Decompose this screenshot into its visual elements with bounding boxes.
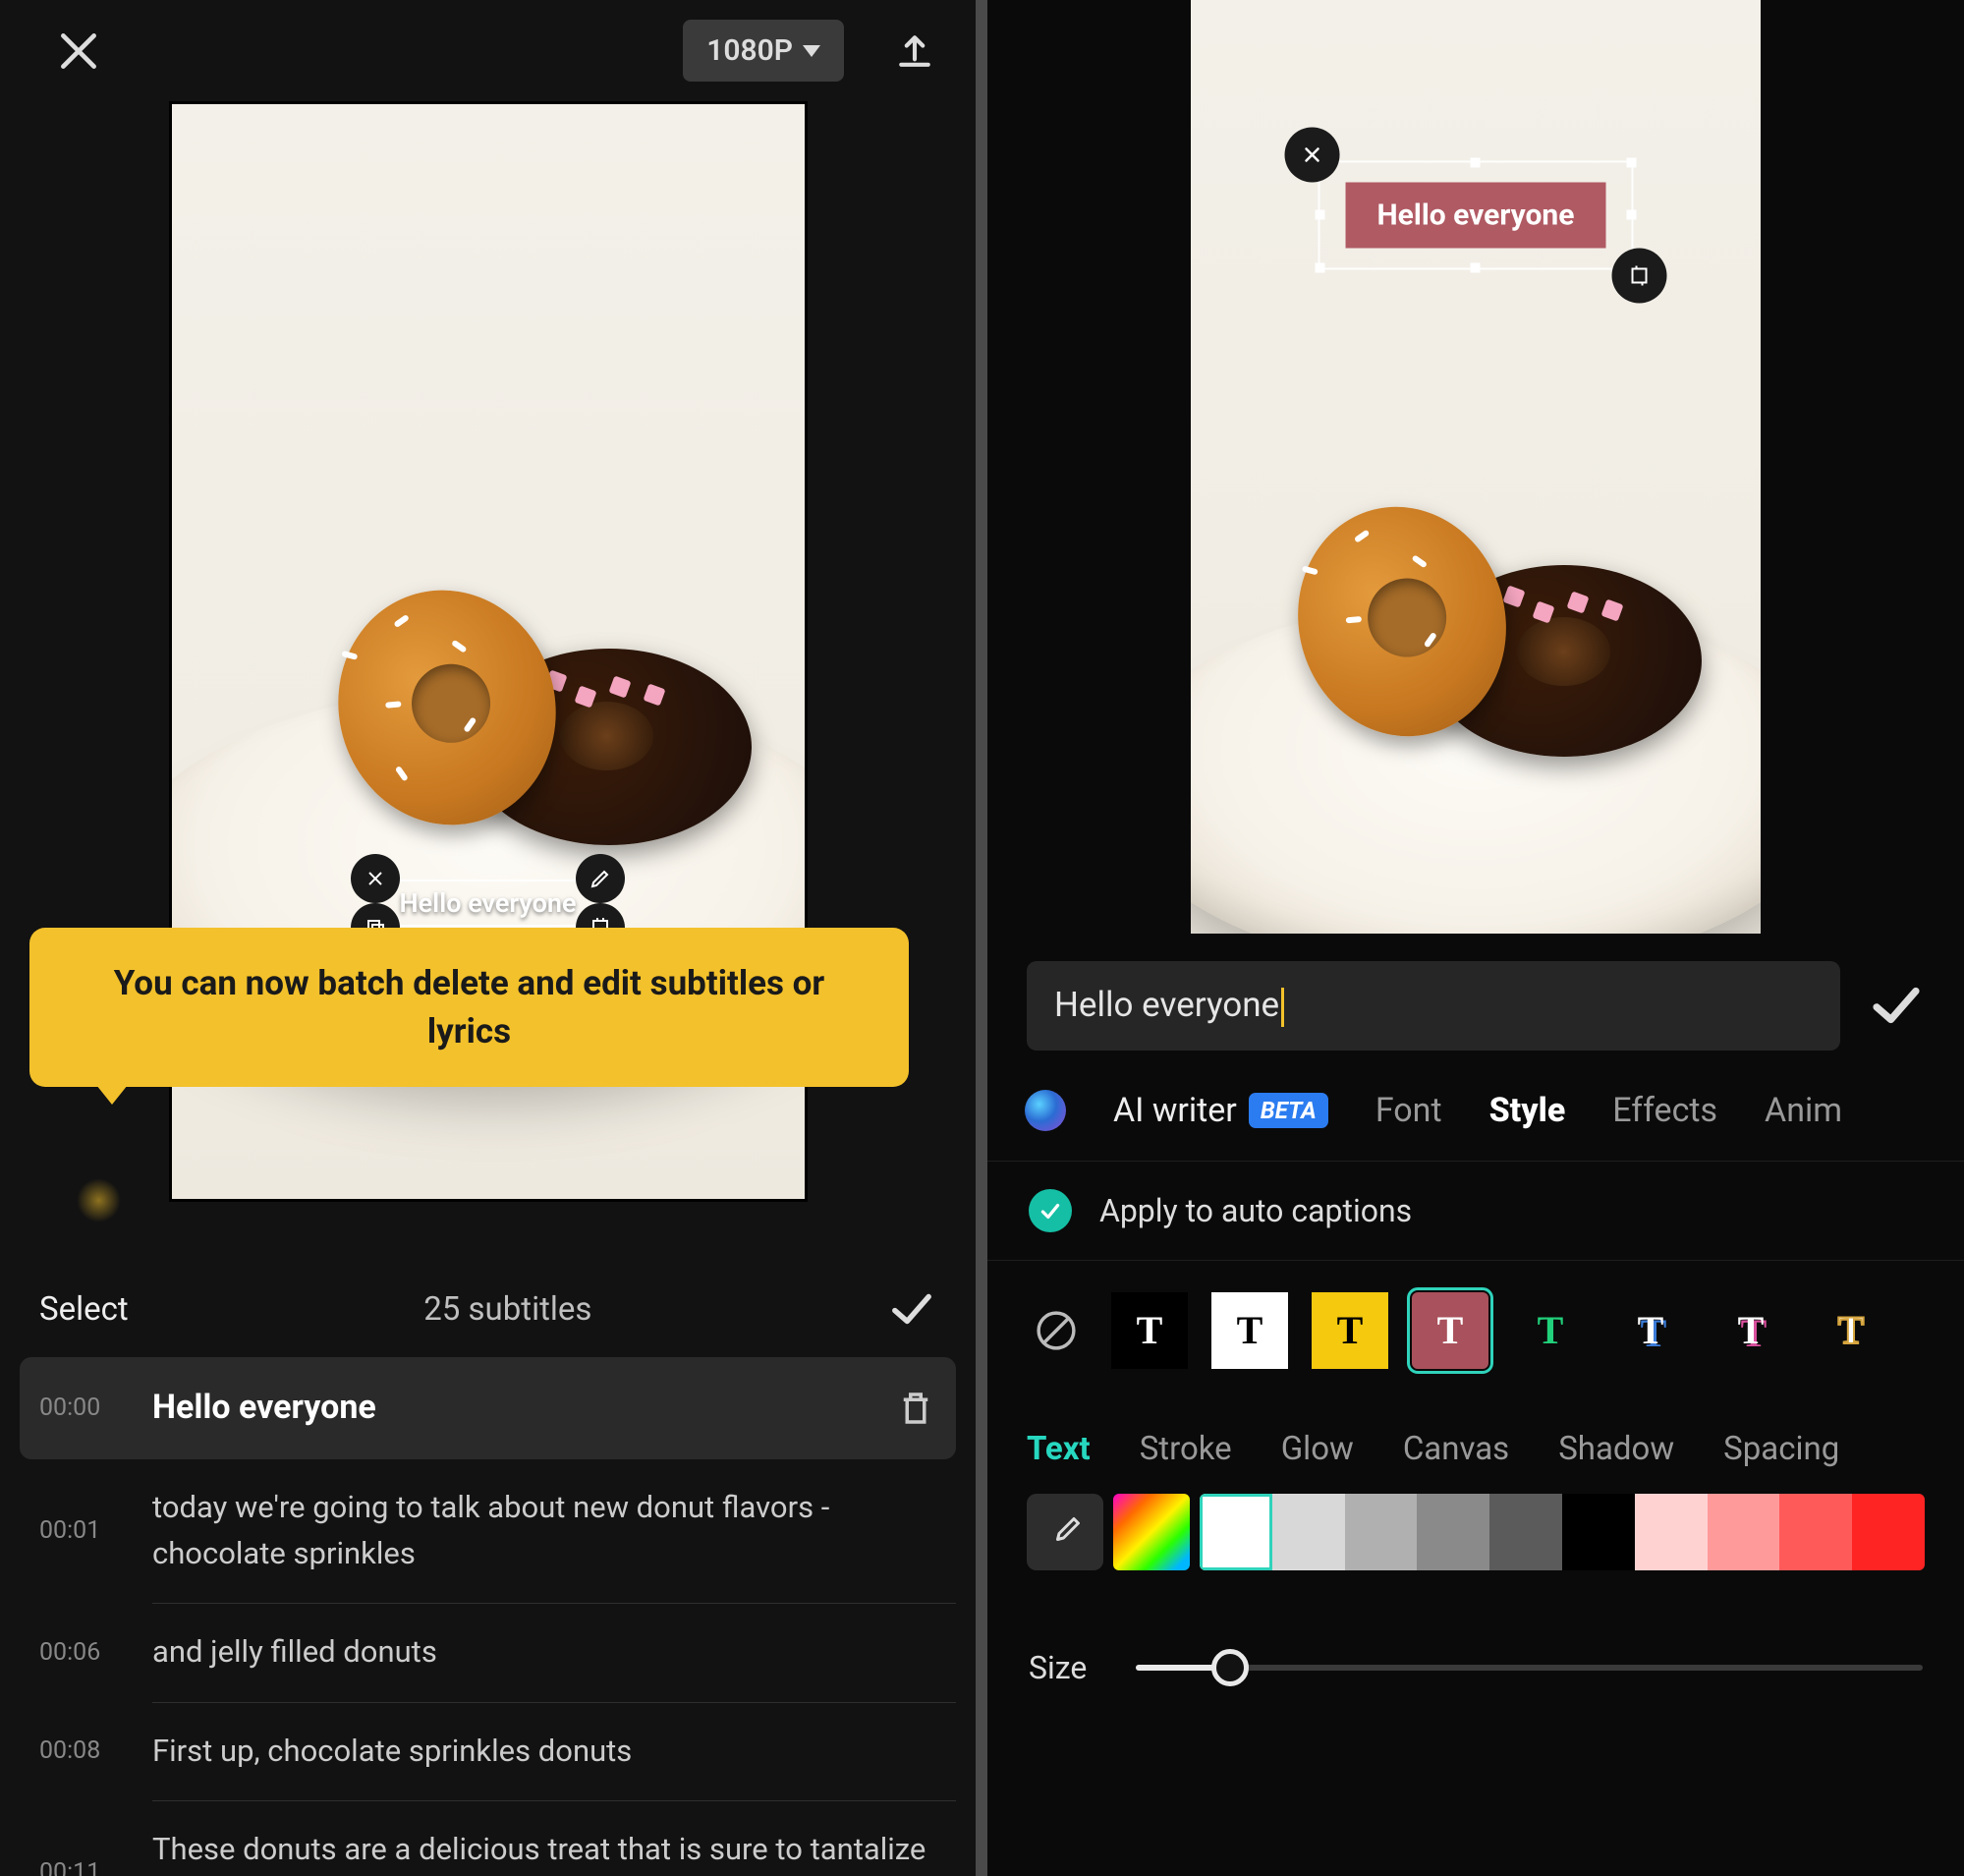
caption-text: Hello everyone bbox=[400, 887, 577, 919]
preview-image bbox=[1191, 0, 1761, 934]
caption-delete-handle[interactable] bbox=[1284, 127, 1339, 182]
caption-overlay[interactable]: Hello everyone bbox=[376, 880, 600, 927]
beta-badge: BETA bbox=[1249, 1093, 1328, 1128]
style-preset[interactable]: T bbox=[1612, 1292, 1689, 1369]
color-swatch[interactable] bbox=[1562, 1494, 1635, 1570]
preset-none[interactable] bbox=[1025, 1299, 1088, 1362]
caption-resize-handle[interactable] bbox=[1611, 248, 1666, 303]
style-preset[interactable]: T bbox=[1512, 1292, 1589, 1369]
delete-subtitle-button[interactable] bbox=[895, 1388, 936, 1429]
preview-area: Hello everyone bbox=[987, 0, 1964, 943]
style-preset[interactable]: T bbox=[1712, 1292, 1789, 1369]
subtitle-row[interactable]: 00:08 First up, chocolate sprinkles donu… bbox=[20, 1703, 956, 1801]
subtab-canvas[interactable]: Canvas bbox=[1403, 1430, 1509, 1468]
text-cursor bbox=[1281, 988, 1284, 1027]
style-subtabs: Text Stroke Glow Canvas Shadow Spacing bbox=[987, 1400, 1964, 1494]
subtitle-time: 00:11 bbox=[39, 1858, 123, 1876]
ai-orb-icon bbox=[1025, 1090, 1066, 1131]
select-button[interactable]: Select bbox=[39, 1290, 129, 1329]
caption-delete-handle[interactable] bbox=[351, 854, 400, 903]
tooltip-highlight bbox=[77, 1178, 121, 1222]
close-button[interactable] bbox=[54, 27, 103, 76]
subtitle-text: and jelly filled donuts bbox=[152, 1629, 936, 1676]
text-input-row: Hello everyone bbox=[987, 943, 1964, 1068]
subtab-shadow[interactable]: Shadow bbox=[1558, 1430, 1674, 1468]
style-panel: Hello everyone Hello everyone AI writer bbox=[987, 0, 1964, 1876]
caption-overlay[interactable]: Hello everyone bbox=[1318, 160, 1633, 269]
size-slider[interactable] bbox=[1136, 1665, 1923, 1671]
topbar: 1080P bbox=[0, 0, 976, 91]
color-swatch[interactable] bbox=[1345, 1494, 1418, 1570]
tooltip-text: You can now batch delete and edit subtit… bbox=[114, 963, 824, 1052]
eyedropper-button[interactable] bbox=[1027, 1494, 1103, 1570]
caption-edit-handle[interactable] bbox=[577, 854, 626, 903]
resolution-dropdown[interactable]: 1080P bbox=[683, 20, 844, 82]
subtitle-row[interactable]: 00:00 Hello everyone bbox=[20, 1357, 956, 1459]
subtitle-text: Hello everyone bbox=[152, 1383, 866, 1433]
tab-style[interactable]: Style bbox=[1489, 1091, 1566, 1130]
caption-text: Hello everyone bbox=[1345, 182, 1605, 248]
size-label: Size bbox=[1029, 1649, 1087, 1686]
export-button[interactable] bbox=[893, 29, 936, 73]
color-swatch[interactable] bbox=[1489, 1494, 1562, 1570]
color-swatch[interactable] bbox=[1635, 1494, 1708, 1570]
apply-checkbox[interactable] bbox=[1029, 1189, 1072, 1232]
color-swatch[interactable] bbox=[1417, 1494, 1489, 1570]
subtitle-row[interactable]: 00:06 and jelly filled donuts bbox=[20, 1604, 956, 1702]
color-swatch[interactable] bbox=[1272, 1494, 1345, 1570]
subtitle-time: 00:08 bbox=[39, 1736, 123, 1765]
tab-effects[interactable]: Effects bbox=[1612, 1091, 1717, 1130]
style-preset[interactable]: T bbox=[1312, 1292, 1388, 1369]
chevron-down-icon bbox=[803, 45, 820, 57]
style-preset[interactable]: T bbox=[1813, 1292, 1889, 1369]
color-swatch[interactable] bbox=[1852, 1494, 1925, 1570]
subtitle-header: Select 25 subtitles bbox=[0, 1261, 976, 1357]
subtitle-time: 00:00 bbox=[39, 1393, 123, 1422]
custom-color-button[interactable] bbox=[1113, 1494, 1190, 1570]
slider-thumb[interactable] bbox=[1211, 1649, 1249, 1686]
color-swatch[interactable] bbox=[1708, 1494, 1780, 1570]
resolution-value: 1080P bbox=[706, 33, 793, 68]
apply-to-captions-row: Apply to auto captions bbox=[987, 1162, 1964, 1261]
subtitle-list[interactable]: 00:00 Hello everyone 00:01 today we're g… bbox=[0, 1357, 976, 1876]
caption-text-input[interactable]: Hello everyone bbox=[1027, 961, 1840, 1051]
subtitle-count-label: 25 subtitles bbox=[129, 1290, 887, 1329]
color-swatch[interactable] bbox=[1779, 1494, 1852, 1570]
tab-animation[interactable]: Anim bbox=[1765, 1091, 1842, 1130]
subtitle-row[interactable]: 00:01 today we're going to talk about ne… bbox=[20, 1459, 956, 1603]
subtitle-text: These donuts are a delicious treat that … bbox=[152, 1827, 936, 1876]
ai-writer-button[interactable]: AI writer BETA bbox=[1113, 1091, 1328, 1130]
subtitle-row[interactable]: 00:11 These donuts are a delicious treat… bbox=[20, 1801, 956, 1876]
style-preset[interactable]: T bbox=[1211, 1292, 1288, 1369]
tab-font[interactable]: Font bbox=[1375, 1091, 1442, 1130]
ai-writer-label: AI writer bbox=[1113, 1091, 1237, 1130]
subtab-stroke[interactable]: Stroke bbox=[1140, 1430, 1232, 1468]
tabs-row: AI writer BETA Font Style Effects Anim bbox=[987, 1068, 1964, 1162]
subtitle-time: 00:06 bbox=[39, 1638, 123, 1667]
style-presets-row: T T T T T T T T bbox=[987, 1261, 1964, 1400]
accept-button[interactable] bbox=[1868, 977, 1925, 1034]
input-value: Hello everyone bbox=[1054, 985, 1279, 1025]
apply-label: Apply to auto captions bbox=[1099, 1192, 1412, 1229]
panel-divider bbox=[976, 0, 987, 1876]
confirm-button[interactable] bbox=[887, 1284, 936, 1334]
video-preview[interactable]: Hello everyone bbox=[1191, 0, 1761, 934]
subtab-spacing[interactable]: Spacing bbox=[1723, 1430, 1839, 1468]
subtitle-time: 00:01 bbox=[39, 1516, 123, 1545]
style-preset[interactable]: T bbox=[1412, 1292, 1488, 1369]
subtitle-text: today we're going to talk about new donu… bbox=[152, 1485, 936, 1576]
subtab-text[interactable]: Text bbox=[1027, 1430, 1091, 1468]
color-picker-row bbox=[987, 1494, 1964, 1600]
subtab-glow[interactable]: Glow bbox=[1281, 1430, 1354, 1468]
color-swatches bbox=[1200, 1494, 1925, 1570]
subtitles-panel: 1080P bbox=[0, 0, 976, 1876]
style-preset[interactable]: T bbox=[1111, 1292, 1188, 1369]
feature-tooltip: You can now batch delete and edit subtit… bbox=[29, 928, 909, 1087]
color-swatch[interactable] bbox=[1200, 1494, 1272, 1570]
size-slider-row: Size bbox=[987, 1600, 1964, 1735]
subtitle-text: First up, chocolate sprinkles donuts bbox=[152, 1729, 936, 1775]
